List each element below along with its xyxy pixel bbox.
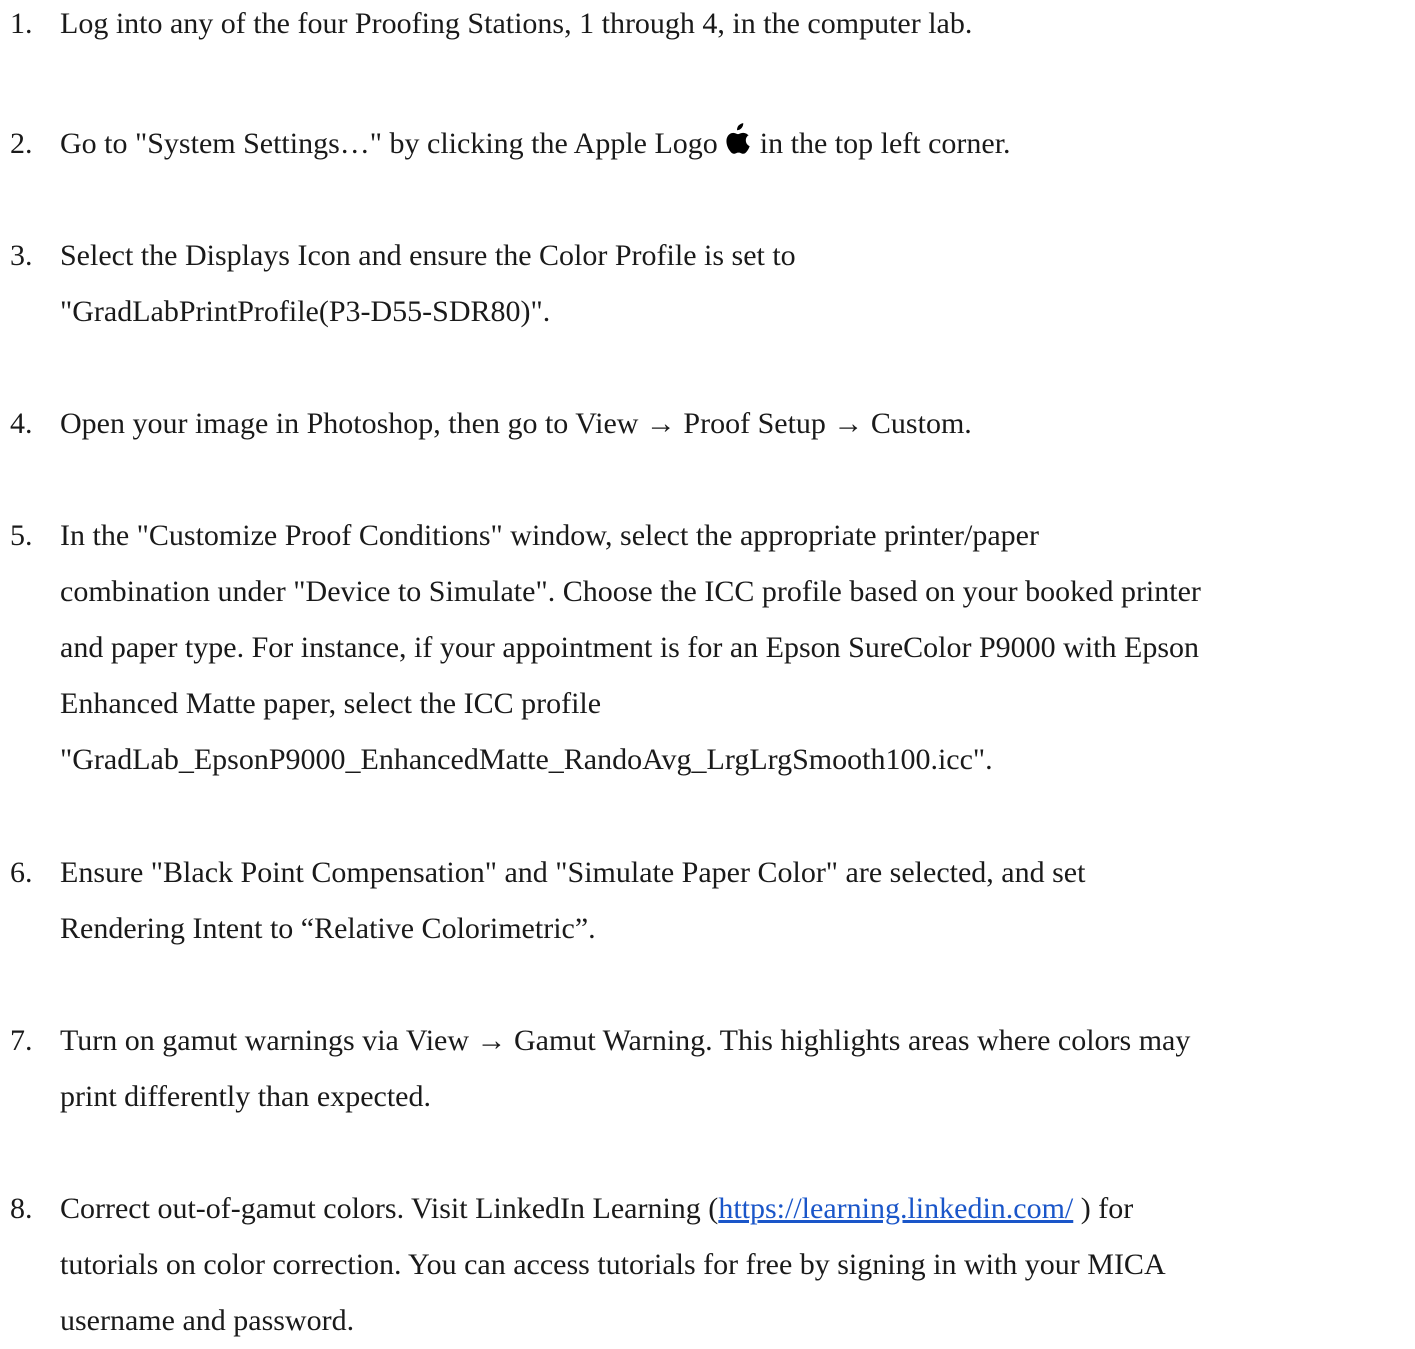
step-text: Log into any of the four Proofing Statio…	[60, 0, 1409, 52]
step-text: In the "Customize Proof Conditions" wind…	[60, 508, 1409, 788]
step-text-after-link: ) for	[1073, 1192, 1134, 1225]
step-number: 1.	[10, 7, 33, 40]
step-line: Turn on gamut warnings via View → Gamut …	[60, 1024, 1191, 1057]
step-text-before-link: Correct out-of-gamut colors. Visit Linke…	[60, 1192, 719, 1225]
step-text: Ensure "Black Point Compensation" and "S…	[60, 845, 1409, 957]
step-line: Ensure "Black Point Compensation" and "S…	[60, 856, 1086, 889]
step-number: 3.	[10, 239, 33, 272]
step-text-after-icon: in the top left corner.	[759, 127, 1011, 160]
step-line: Open your image in Photoshop, then go to…	[60, 407, 972, 440]
step-text: Open your image in Photoshop, then go to…	[60, 396, 1409, 452]
step-text: Correct out-of-gamut colors. Visit Linke…	[60, 1181, 1409, 1349]
step-text: Select the Displays Icon and ensure the …	[60, 228, 1409, 340]
step-text-before-icon: Go to "System Settings…" by clicking the…	[60, 127, 718, 160]
step-line: combination under "Device to Simulate". …	[60, 575, 1201, 608]
step-line: print differently than expected.	[60, 1080, 431, 1113]
step-line: Go to "System Settings…" by clicking the…	[60, 116, 1409, 172]
step-line: Log into any of the four Proofing Statio…	[60, 7, 973, 40]
step-line: In the "Customize Proof Conditions" wind…	[60, 519, 1039, 552]
step-number: 7.	[10, 1024, 33, 1057]
step-line: tutorials on color correction. You can a…	[60, 1248, 1166, 1281]
step-number: 5.	[10, 519, 33, 552]
step-number: 6.	[10, 856, 33, 889]
linkedin-learning-link[interactable]: https://learning.linkedin.com/	[718, 1192, 1073, 1225]
step-number: 8.	[10, 1192, 33, 1225]
step-line: Rendering Intent to “Relative Colorimetr…	[60, 912, 596, 945]
step-line: "GradLabPrintProfile(P3-D55-SDR80)".	[60, 295, 551, 328]
step-line: "GradLab_EpsonP9000_EnhancedMatte_RandoA…	[60, 743, 993, 776]
apple-logo-icon	[726, 123, 750, 154]
step-line: username and password.	[60, 1304, 355, 1337]
step-line: and paper type. For instance, if your ap…	[60, 631, 1199, 664]
step-text: Go to "System Settings…" by clicking the…	[60, 116, 1409, 172]
step-line: Select the Displays Icon and ensure the …	[60, 239, 796, 272]
step-number: 2.	[10, 127, 33, 160]
step-line: Correct out-of-gamut colors. Visit Linke…	[60, 1181, 1409, 1237]
step-text: Turn on gamut warnings via View → Gamut …	[60, 1013, 1409, 1125]
step-number: 4.	[10, 407, 33, 440]
step-line: Enhanced Matte paper, select the ICC pro…	[60, 687, 602, 720]
